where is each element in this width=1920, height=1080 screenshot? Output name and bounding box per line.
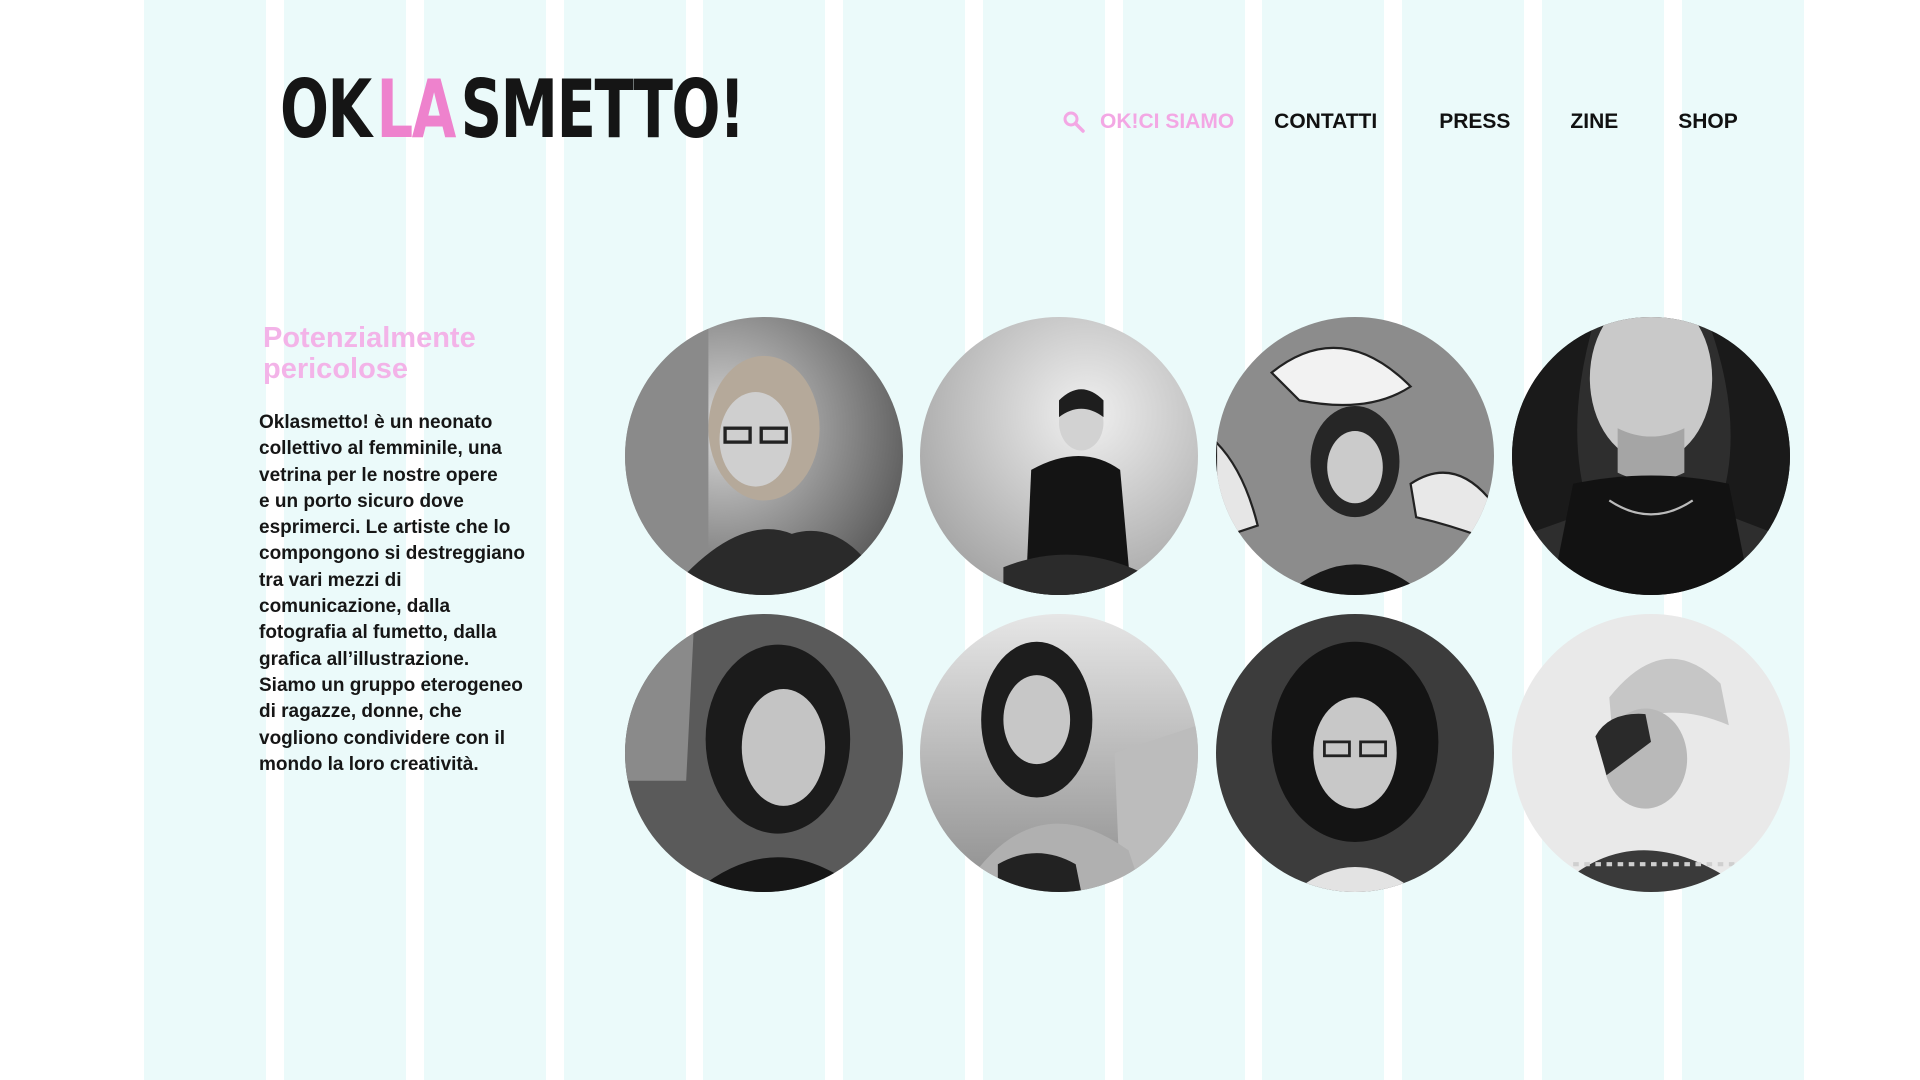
nav-item-contatti[interactable]: CONTATTI — [1274, 110, 1377, 134]
logo-la: LA — [376, 63, 456, 156]
body-line: vogliono condividere con il — [259, 727, 505, 749]
portrait-photo[interactable] — [1512, 317, 1790, 595]
logo-ok: OK — [280, 63, 372, 156]
nav-item-ok-ci-siamo[interactable]: OK!CI SIAMO — [1100, 110, 1234, 134]
body-line: di ragazze, donne, che — [259, 701, 462, 723]
body-line: tra vari mezzi di — [259, 569, 402, 591]
portrait-photo[interactable] — [920, 614, 1198, 892]
portrait-photo[interactable] — [1216, 317, 1494, 595]
body-line: compongono si destreggiano — [259, 543, 526, 565]
logo-smetto: SMETTO! — [460, 63, 746, 156]
portrait-photo[interactable] — [625, 614, 903, 892]
nav-item-shop[interactable]: SHOP — [1678, 110, 1738, 134]
body-line: fotografia al fumetto, dalla — [259, 622, 497, 644]
main-nav: OK!CI SIAMO CONTATTI PRESS ZINE SHOP — [1060, 104, 1738, 140]
heading-line-2: pericolose — [263, 353, 409, 385]
page: OK LA SMETTO! OK!CI SIAMO CONTATTI PRESS… — [0, 0, 1920, 1080]
body-line: mondo la loro creatività. — [259, 753, 479, 775]
body-line: grafica all’illustrazione. — [259, 648, 470, 670]
body-line: Oklasmetto! è un neonato — [259, 412, 493, 433]
nav-item-press[interactable]: PRESS — [1439, 110, 1510, 134]
body-line: collettivo al femminile, una — [259, 438, 502, 460]
portrait-photo[interactable] — [625, 317, 903, 595]
site-logo[interactable]: OK LA SMETTO! — [280, 62, 746, 156]
body-line: e un porto sicuro dove — [259, 490, 464, 512]
body-line: vetrina per le nostre opere — [259, 464, 498, 486]
portrait-photo[interactable] — [920, 317, 1198, 595]
portrait-photo[interactable] — [1216, 614, 1494, 892]
nav-item-zine[interactable]: ZINE — [1570, 110, 1618, 134]
portrait-photo[interactable] — [1512, 614, 1790, 892]
intro-paragraph: Oklasmetto! è un neonato collettivo al f… — [259, 410, 549, 778]
body-line: Siamo un gruppo eterogeneo — [259, 674, 523, 696]
body-line: esprimerci. Le artiste che lo — [259, 517, 511, 539]
body-line: comunicazione, dalla — [259, 596, 451, 618]
section-heading: Potenzialmente pericolose — [263, 323, 563, 385]
search-icon[interactable] — [1060, 108, 1088, 136]
heading-line-1: Potenzialmente — [263, 322, 476, 354]
